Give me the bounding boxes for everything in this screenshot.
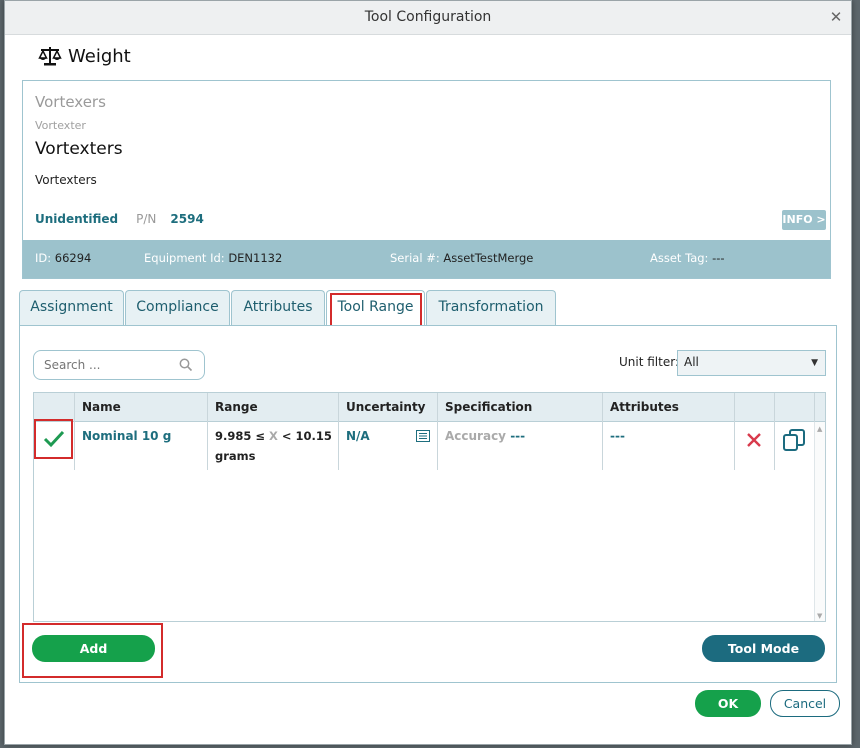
copy-icon[interactable] <box>782 428 806 452</box>
column-divider <box>774 393 775 470</box>
search-icon <box>179 358 193 372</box>
asset-description: Vortexters <box>35 173 97 187</box>
id-label: ID: <box>35 251 52 265</box>
part-number-label: P/N <box>136 212 157 226</box>
tab-tool-range[interactable]: Tool Range <box>326 290 425 326</box>
row-name[interactable]: Nominal 10 g <box>82 429 171 443</box>
part-number-value: 2594 <box>170 212 204 226</box>
row-specification: Accuracy --- <box>445 429 525 443</box>
row-attributes: --- <box>610 429 625 443</box>
asset-id-bar: ID: 66294 Equipment Id: DEN1132 Serial #… <box>23 240 830 278</box>
column-divider <box>338 393 339 470</box>
dialog-title: Tool Configuration <box>364 9 492 25</box>
col-header-attributes: Attributes <box>610 400 679 414</box>
table-header: Name Range Uncertainty Specification Att… <box>34 393 825 422</box>
scale-icon <box>38 47 62 66</box>
model-name: Vortexters <box>35 139 123 159</box>
unit-filter-select[interactable]: All ▼ <box>677 350 826 376</box>
manufacturer-name: Vortexers <box>35 93 106 111</box>
column-divider <box>207 393 208 470</box>
ok-button[interactable]: OK <box>695 690 761 717</box>
checkmark-icon[interactable] <box>43 430 65 448</box>
manufacturer-subtitle: Vortexter <box>35 119 86 132</box>
column-divider <box>437 393 438 470</box>
asset-info-card: Vortexers Vortexter Vortexters Vortexter… <box>22 80 831 279</box>
asset-tag-field: Asset Tag: --- <box>650 251 725 265</box>
table-scrollbar[interactable]: ▲ ▼ <box>814 422 825 621</box>
col-header-name: Name <box>82 400 121 414</box>
tab-transformation[interactable]: Transformation <box>426 290 556 325</box>
scroll-down-icon[interactable]: ▼ <box>817 612 822 620</box>
tool-range-panel: Unit filter: All ▼ Name Range Uncertaint… <box>19 325 837 683</box>
range-high: < 10.15 <box>277 429 332 443</box>
range-low: 9.985 ≤ <box>215 429 270 443</box>
dialog-titlebar: Tool Configuration ✕ <box>5 1 851 35</box>
tab-attributes[interactable]: Attributes <box>231 290 325 325</box>
status-row: Unidentified P/N 2594 <box>35 212 204 226</box>
tab-assignment[interactable]: Assignment <box>19 290 124 325</box>
asset-tag-label: Asset Tag: <box>650 251 709 265</box>
list-details-icon[interactable] <box>416 430 430 442</box>
range-unit: grams <box>215 449 256 463</box>
equipment-id-label: Equipment Id: <box>144 251 225 265</box>
serial-value: AssetTestMerge <box>443 251 534 265</box>
status-label: Unidentified <box>35 212 119 226</box>
id-value: 66294 <box>54 251 92 265</box>
cancel-button[interactable]: Cancel <box>770 690 840 717</box>
column-divider <box>734 393 735 470</box>
close-icon[interactable]: ✕ <box>829 10 843 25</box>
tool-mode-button[interactable]: Tool Mode <box>702 635 825 662</box>
tool-configuration-dialog: Tool Configuration ✕ Weight Vortexers Vo… <box>4 0 852 745</box>
serial-field: Serial #: AssetTestMerge <box>390 251 533 265</box>
delete-icon[interactable] <box>746 432 762 448</box>
id-field: ID: 66294 <box>35 251 91 265</box>
spec-label: Accuracy <box>445 429 507 443</box>
tab-compliance[interactable]: Compliance <box>125 290 230 325</box>
equipment-id-value: DEN1132 <box>228 251 283 265</box>
column-divider <box>74 393 75 470</box>
column-divider <box>814 393 815 422</box>
asset-tag-value: --- <box>712 251 725 265</box>
serial-label: Serial #: <box>390 251 440 265</box>
col-header-specification: Specification <box>445 400 533 414</box>
row-uncertainty[interactable]: N/A <box>346 429 370 443</box>
spec-value: --- <box>506 429 526 443</box>
tool-heading: Weight <box>38 44 131 68</box>
equipment-id-field: Equipment Id: DEN1132 <box>144 251 282 265</box>
scroll-up-icon[interactable]: ▲ <box>817 425 822 433</box>
unit-filter-label: Unit filter: <box>619 355 679 369</box>
row-range: 9.985 ≤ X < 10.15 <box>215 429 332 443</box>
tool-name: Weight <box>68 45 131 67</box>
column-divider <box>602 393 603 470</box>
info-button[interactable]: INFO > <box>782 210 826 230</box>
col-header-uncertainty: Uncertainty <box>346 400 426 414</box>
dropdown-caret-icon: ▼ <box>811 358 818 368</box>
range-variable: X <box>269 429 278 443</box>
col-header-range: Range <box>215 400 258 414</box>
unit-filter-value: All <box>684 355 699 369</box>
add-button[interactable]: Add <box>32 635 155 662</box>
tool-range-table: Name Range Uncertainty Specification Att… <box>33 392 826 622</box>
